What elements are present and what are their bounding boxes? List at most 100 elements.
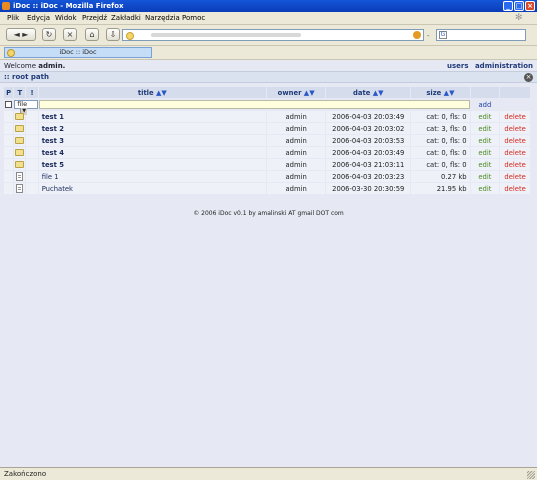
delete-link[interactable]: delete	[500, 171, 530, 182]
top-links: users administration	[443, 62, 533, 70]
filter-row: file▼ add	[4, 99, 530, 115]
download-button[interactable]: ⇩	[106, 28, 120, 41]
welcome-text: Welcome admin.	[4, 62, 65, 70]
search-engine-icon[interactable]: G	[439, 31, 447, 39]
row-date: 2006-04-03 20:03:53	[326, 135, 411, 146]
table-row[interactable]: file 1 admin 2006-04-03 20:03:23 0.27 kb edi…	[4, 171, 530, 182]
row-title[interactable]: test 3	[38, 135, 266, 146]
table-row[interactable]: test 5 admin 2006-04-03 21:03:11 cat: 0, fl…	[4, 159, 530, 170]
row-date: 2006-04-03 20:03:23	[326, 171, 411, 182]
col-t: T	[14, 87, 26, 98]
col-title-label: title	[137, 88, 154, 97]
col-owner[interactable]: owner ▲▼	[266, 87, 326, 98]
row-owner: admin	[266, 147, 326, 158]
resize-grip[interactable]	[527, 471, 535, 479]
menu-bar: Plik Edycja Widok Przejdź Zakładki Narzę…	[0, 12, 537, 25]
header-row: P T ! title ▲▼ owner ▲▼ date ▲▼ size ▲▼	[4, 87, 530, 98]
stop-button[interactable]: ×	[63, 28, 77, 41]
edit-link[interactable]: edit	[470, 183, 500, 194]
row-date: 2006-04-03 20:03:02	[326, 123, 411, 134]
back-forward-button[interactable]: ◄ ►	[6, 28, 36, 41]
tab-idoc[interactable]: iDoc :: iDoc	[4, 47, 152, 58]
status-text: Zakończono	[4, 470, 47, 478]
edit-link[interactable]: edit	[470, 135, 500, 146]
address-text-blurred	[151, 33, 301, 37]
folder-icon	[15, 161, 25, 168]
row-title[interactable]: test 5	[38, 159, 266, 170]
window-titlebar: iDoc :: iDoc - Mozilla Firefox _ □ ×	[0, 0, 537, 12]
col-bang: !	[26, 87, 38, 98]
row-size: cat: 0, fls: 0	[411, 159, 470, 170]
sort-down-icon[interactable]: ▼	[378, 89, 383, 97]
table-row[interactable]: test 3 admin 2006-04-03 20:03:53 cat: 0, fl…	[4, 135, 530, 146]
go-icon[interactable]	[413, 31, 421, 39]
tab-bar: iDoc :: iDoc	[0, 46, 537, 60]
maximize-button[interactable]: □	[514, 1, 524, 11]
edit-link[interactable]: edit	[470, 147, 500, 158]
row-size: cat: 3, fls: 0	[411, 123, 470, 134]
administration-link[interactable]: administration	[475, 62, 533, 70]
root-path[interactable]: :: root path	[4, 73, 49, 81]
delete-link[interactable]: delete	[500, 135, 530, 146]
delete-link[interactable]: delete	[500, 147, 530, 158]
file-icon	[16, 184, 24, 193]
col-date[interactable]: date ▲▼	[326, 87, 411, 98]
reload-button[interactable]: ↻	[42, 28, 56, 41]
edit-link[interactable]: edit	[470, 159, 500, 170]
minimize-button[interactable]: _	[503, 1, 513, 11]
sort-down-icon[interactable]: ▼	[309, 89, 314, 97]
row-title[interactable]: test 4	[38, 147, 266, 158]
path-bar: :: root path ×	[0, 71, 537, 83]
add-link[interactable]: add	[470, 99, 500, 110]
menu-help[interactable]: Pomoc	[182, 14, 205, 22]
row-size: 0.27 kb	[411, 171, 470, 182]
row-owner: admin	[266, 159, 326, 170]
edit-link[interactable]: edit	[470, 171, 500, 182]
close-window-button[interactable]: ×	[525, 1, 535, 11]
search-box[interactable]: G	[436, 29, 526, 41]
row-owner: admin	[266, 171, 326, 182]
row-title[interactable]: test 1	[38, 111, 266, 122]
row-size: cat: 0, fls: 0	[411, 111, 470, 122]
type-select[interactable]: file▼	[14, 100, 38, 115]
filter-input[interactable]	[38, 100, 470, 109]
users-link[interactable]: users	[447, 62, 469, 70]
delete-link[interactable]: delete	[500, 123, 530, 134]
table-row[interactable]: Puchatek admin 2006-03-30 20:30:59 21.95 kb…	[4, 183, 530, 194]
folder-icon	[15, 149, 25, 156]
col-size-label: size	[426, 88, 442, 97]
table-row[interactable]: test 4 admin 2006-04-03 20:03:49 cat: 0, fl…	[4, 147, 530, 158]
close-icon[interactable]: ×	[524, 73, 533, 82]
throbber-icon: ✻	[515, 13, 523, 23]
menu-bookmarks[interactable]: Zakładki	[111, 14, 141, 22]
delete-link[interactable]: delete	[500, 111, 530, 122]
back-icon[interactable]: ◄	[14, 30, 20, 39]
table-row[interactable]: test 1 admin 2006-04-03 20:03:49 cat: 0, fl…	[4, 111, 530, 122]
delete-link[interactable]: delete	[500, 183, 530, 194]
navigation-toolbar: ◄ ► ↻ × ⌂ ⇩ - G	[0, 25, 537, 46]
menu-go[interactable]: Przejdź	[82, 14, 107, 22]
edit-link[interactable]: edit	[470, 123, 500, 134]
row-title[interactable]: file 1	[38, 171, 266, 182]
menu-view[interactable]: Widok	[55, 14, 77, 22]
menu-tools[interactable]: Narzędzia	[145, 14, 180, 22]
col-title[interactable]: title ▲▼	[38, 87, 266, 98]
edit-link[interactable]: edit	[470, 111, 500, 122]
col-size[interactable]: size ▲▼	[411, 87, 470, 98]
row-owner: admin	[266, 135, 326, 146]
menu-file[interactable]: Plik	[7, 14, 19, 22]
table-row[interactable]: test 2 admin 2006-04-03 20:03:02 cat: 3, fl…	[4, 123, 530, 134]
row-title[interactable]: Puchatek	[38, 183, 266, 194]
sort-down-icon[interactable]: ▼	[449, 89, 454, 97]
col-owner-label: owner	[277, 88, 302, 97]
row-title[interactable]: test 2	[38, 123, 266, 134]
row-owner: admin	[266, 123, 326, 134]
address-bar[interactable]	[122, 29, 424, 41]
home-button[interactable]: ⌂	[85, 28, 99, 41]
menu-edit[interactable]: Edycja	[27, 14, 50, 22]
sort-down-icon[interactable]: ▼	[161, 89, 166, 97]
folder-icon	[15, 137, 25, 144]
delete-link[interactable]: delete	[500, 159, 530, 170]
forward-icon[interactable]: ►	[22, 30, 28, 39]
select-all-checkbox[interactable]	[5, 101, 13, 108]
